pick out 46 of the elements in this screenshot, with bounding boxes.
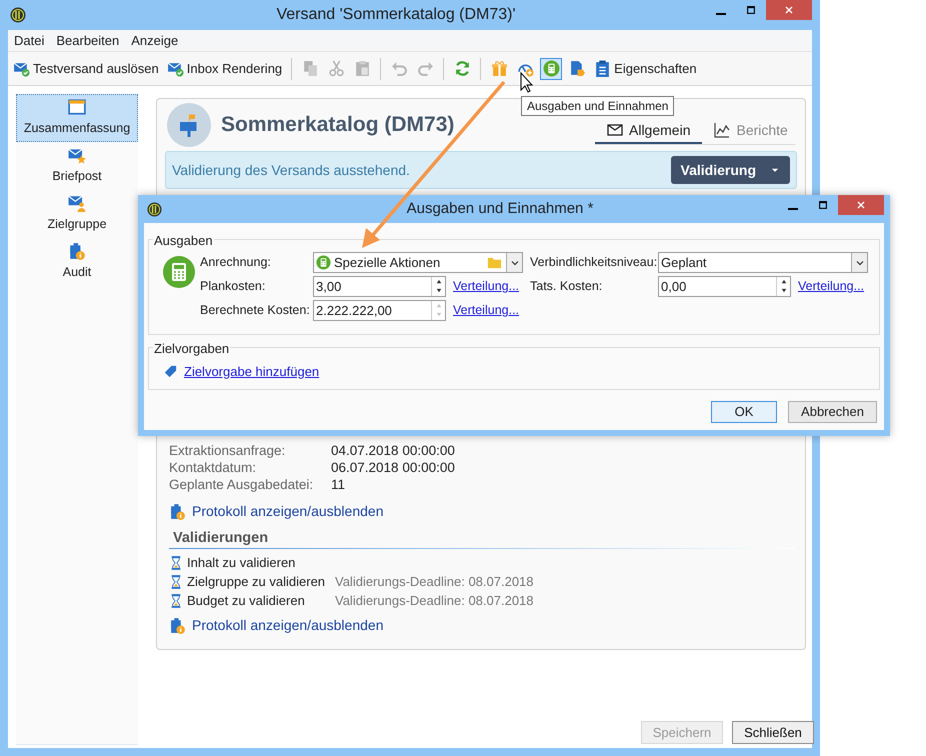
dialog-button[interactable]: Abbrechen <box>788 401 877 423</box>
sidebar-item[interactable]: Audit <box>16 238 138 286</box>
field-label: Tats. Kosten: <box>530 278 604 296</box>
add-target-link[interactable]: Zielvorgabe hinzufügen <box>184 362 320 382</box>
sidebar-item[interactable]: Zusammenfassung <box>16 94 138 142</box>
field-label: Berechnete Kosten: <box>200 302 311 320</box>
commitment-select[interactable]: Geplant <box>658 252 868 273</box>
validation-item: Budget zu validieren <box>187 592 306 610</box>
distribution-link[interactable]: Verteilung... <box>453 277 520 296</box>
validation-item: Inhalt zu validieren <box>187 554 296 572</box>
section-title: Validierungen <box>172 529 270 548</box>
sidebar-item[interactable]: Zielgruppe <box>16 190 138 238</box>
detail-value: 04.07.2018 00:00:00 <box>331 442 455 460</box>
detail-label: Extraktionsanfrage: <box>169 442 286 460</box>
window-title: Versand 'Sommerkatalog (DM73)' <box>275 5 517 25</box>
detail-value: 06.07.2018 00:00:00 <box>331 459 455 478</box>
field-label: Anrechnung: <box>200 254 272 272</box>
menu-item[interactable]: Datei <box>14 30 44 50</box>
validate-button[interactable]: Validierung <box>670 156 790 184</box>
log-link[interactable]: Protokoll anzeigen/ausblenden <box>192 500 384 522</box>
field-label: Plankosten: <box>200 278 266 296</box>
tooltip: Ausgaben und Einnahmen <box>521 96 674 116</box>
panel-title: Sommerkatalog (DM73) <box>221 112 456 138</box>
validation-deadline: Validierungs-Deadline: 08.07.2018 <box>335 592 534 610</box>
detail-label: Geplante Ausgabedatei: <box>169 476 314 494</box>
footer-button[interactable]: Schließen <box>732 721 814 744</box>
detail-value: 11 <box>331 476 346 494</box>
validation-item: Zielgruppe zu validieren <box>187 572 326 591</box>
dialog-title: Ausgaben und Einnahmen * <box>406 198 594 219</box>
toolbar-button[interactable]: Inbox Rendering <box>164 56 284 80</box>
toolbar-button[interactable]: Eigenschaften <box>592 56 699 80</box>
validation-deadline: Validierungs-Deadline: 08.07.2018 <box>335 572 534 591</box>
distribution-link[interactable]: Verteilung... <box>798 277 864 296</box>
alert-text: Validierung des Versands ausstehend. <box>172 160 410 180</box>
tab[interactable]: Allgemein <box>595 118 702 144</box>
spin-field[interactable]: 3,00 <box>313 276 446 297</box>
sidebar-item[interactable]: Briefpost <box>16 142 138 190</box>
menu-item[interactable]: Anzeige <box>131 30 178 50</box>
assignment-field[interactable]: Spezielle Aktionen <box>313 252 523 273</box>
dialog-button[interactable]: OK <box>711 401 777 423</box>
log-link[interactable]: Protokoll anzeigen/ausblenden <box>192 614 384 636</box>
spin-field[interactable]: 0,00 <box>658 276 791 297</box>
detail-label: Kontaktdatum: <box>169 459 258 478</box>
menu-item[interactable]: Bearbeiten <box>56 30 120 50</box>
field-label: Verbindlichkeitsniveau: <box>530 254 658 272</box>
toolbar-button[interactable]: Testversand auslösen <box>11 56 161 80</box>
